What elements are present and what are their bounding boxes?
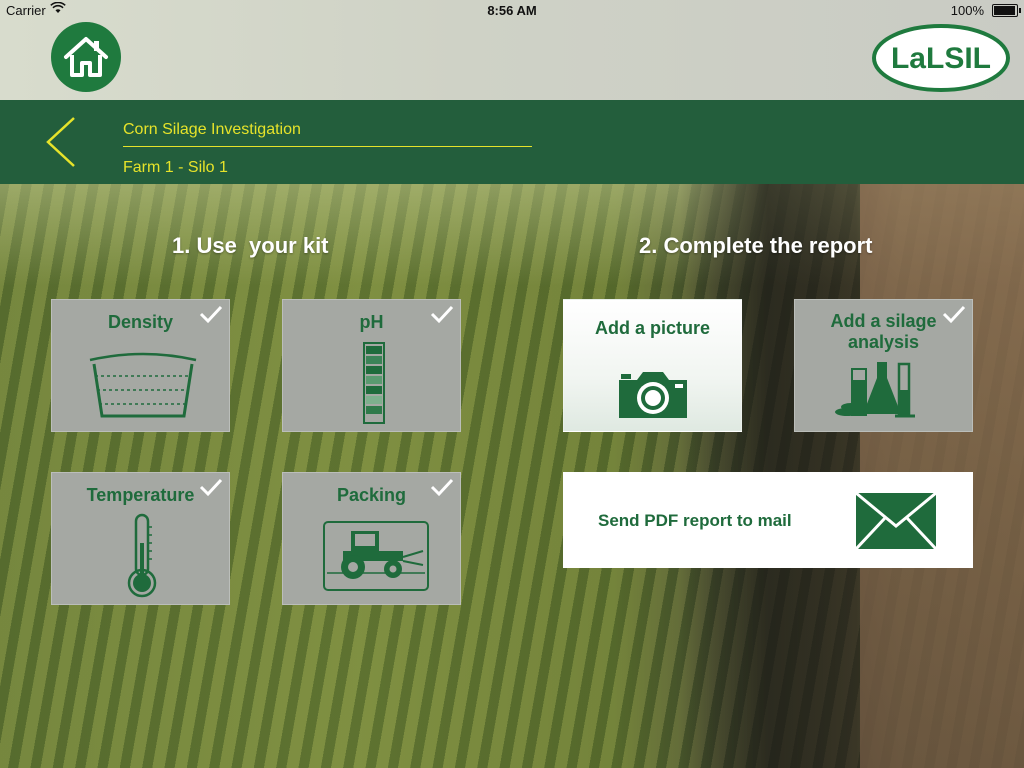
check-icon xyxy=(430,305,454,324)
status-bar: Carrier 8:56 AM 100% xyxy=(0,0,1024,20)
density-tile[interactable]: Density xyxy=(51,299,230,432)
investigation-title: Corn Silage Investigation xyxy=(123,121,301,138)
temperature-tile[interactable]: Temperature xyxy=(51,472,230,605)
check-icon xyxy=(199,478,223,497)
ph-strip-icon xyxy=(363,342,385,424)
thermometer-icon xyxy=(127,513,157,598)
density-icon xyxy=(89,352,197,418)
add-silage-analysis-tile[interactable]: Add a silage analysis xyxy=(794,299,973,432)
farm-silo-subtitle: Farm 1 - Silo 1 xyxy=(123,159,228,176)
divider xyxy=(123,146,532,147)
send-pdf-label: Send PDF report to mail xyxy=(598,511,792,530)
kit-heading: 1. Use your kit xyxy=(172,233,329,258)
send-pdf-report-tile[interactable]: Send PDF report to mail xyxy=(563,472,973,568)
tractor-icon xyxy=(323,521,429,591)
packing-tile[interactable]: Packing xyxy=(282,472,461,605)
add-picture-label: Add a picture xyxy=(594,318,710,338)
svg-text:LaLSIL: LaLSIL xyxy=(891,42,991,75)
clock: 8:56 AM xyxy=(487,3,537,18)
check-icon xyxy=(430,478,454,497)
battery-icon xyxy=(992,4,1021,17)
add-picture-tile[interactable]: Add a picture xyxy=(563,299,742,432)
nav-bar: Corn Silage Investigation Farm 1 - Silo … xyxy=(0,100,1024,184)
report-heading: 2. Complete the report xyxy=(639,233,873,258)
check-icon xyxy=(199,305,223,324)
home-button[interactable] xyxy=(51,22,121,92)
home-icon xyxy=(64,37,108,77)
top-header: LaLSIL xyxy=(0,20,1024,100)
analysis-label-line2: analysis xyxy=(847,332,920,352)
lalsil-logo: LaLSIL xyxy=(872,24,1010,92)
lab-flask-icon xyxy=(835,362,915,418)
camera-icon xyxy=(619,372,687,418)
chevron-left-icon xyxy=(46,117,75,167)
mail-envelope-icon xyxy=(855,492,937,550)
check-icon xyxy=(942,305,966,324)
back-button[interactable] xyxy=(40,114,84,170)
ph-tile[interactable]: pH xyxy=(282,299,461,432)
battery-percent: 100% xyxy=(950,3,984,18)
